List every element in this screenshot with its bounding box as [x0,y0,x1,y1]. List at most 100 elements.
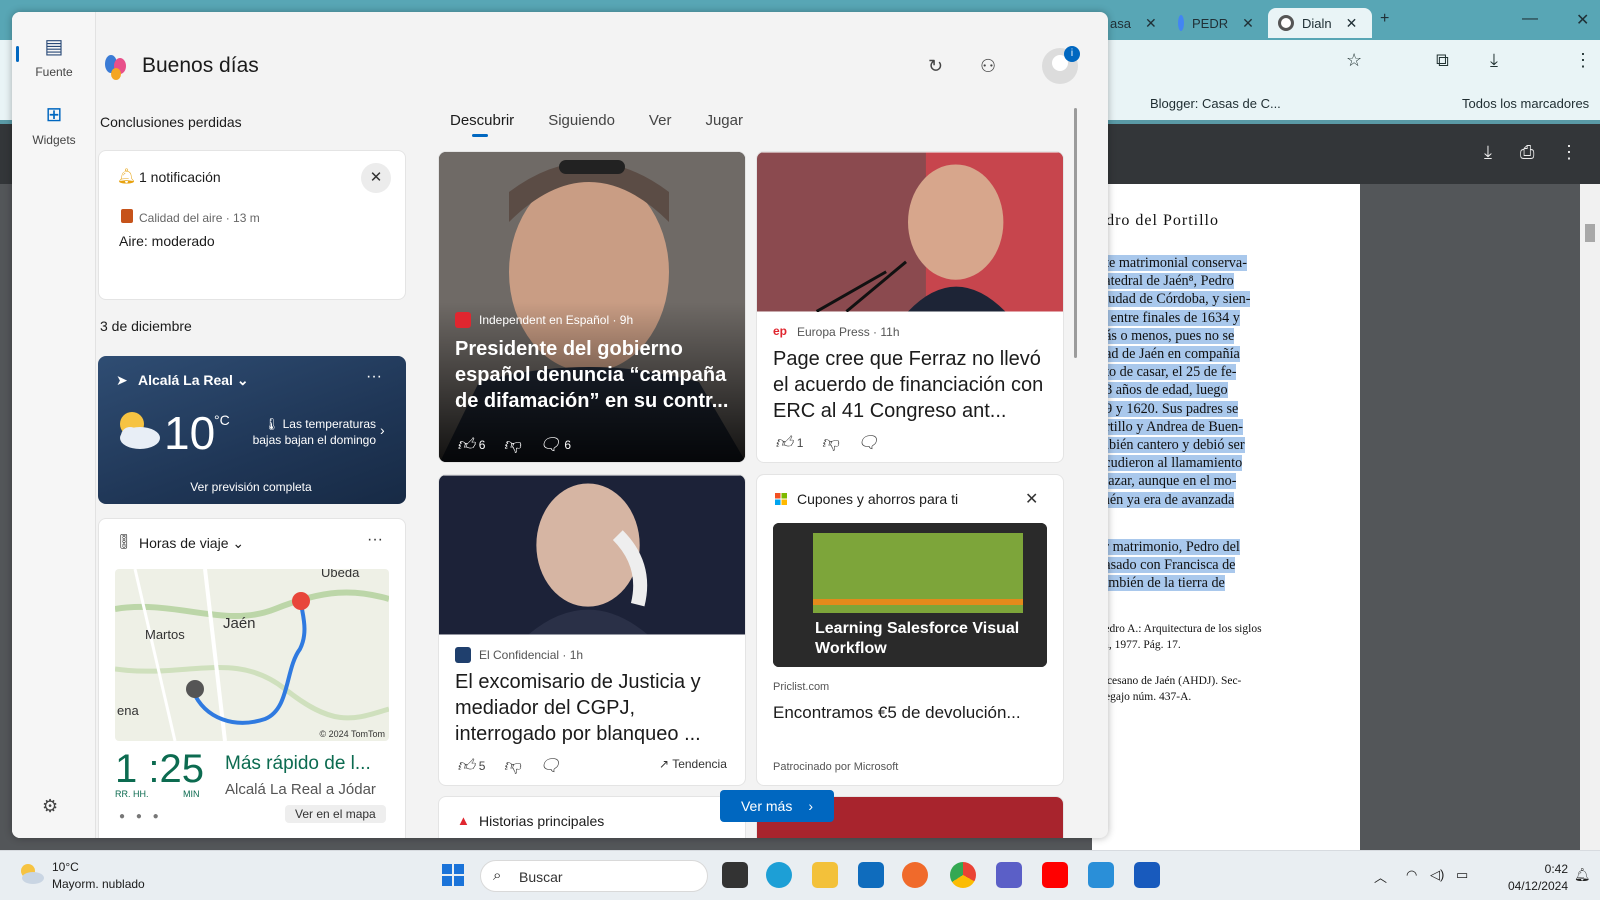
news-title[interactable]: Presidente del gobierno español denuncia… [455,336,731,414]
taskbar-weather-desc[interactable]: Mayorm. nublado [52,877,145,891]
traffic-map[interactable]: Martos Jaén ena Úbeda © 2024 TomTom [115,569,389,741]
travel-time: 1 :25 [115,747,204,791]
extension-icon[interactable]: ⧉ [1436,50,1449,71]
chevron-right-icon: › [808,798,814,814]
pdf-text-line: mbién cantero y debió ser [1098,437,1245,453]
menu-icon[interactable]: ⋮ [1574,50,1592,71]
map-label: Martos [145,627,185,642]
close-icon[interactable]: ✕ [1346,15,1358,32]
chevron-right-icon[interactable]: › [380,422,385,438]
map-label: Úbeda [321,569,360,580]
partly-cloudy-icon[interactable] [18,863,44,885]
weather-card[interactable]: ➤ Alcalá La Real ⌄ ··· 10 °C 🌡︎ Las temp… [98,356,406,504]
taskbar-weather-temp[interactable]: 10°C [52,860,79,874]
comment-button[interactable]: 🗨︎ [539,756,561,776]
dislike-button[interactable]: 👎︎ [503,434,520,455]
photos-icon[interactable] [1088,862,1114,888]
download-icon[interactable]: ⤓ [1490,50,1498,71]
missed-section-title: Conclusiones perdidas [100,114,242,130]
close-icon[interactable]: ✕ [1025,489,1038,509]
wifi-icon[interactable]: ◠ [1406,867,1417,883]
pager-dots[interactable]: ● ● ● [119,811,163,822]
weather-alert[interactable]: 🌡︎ Las temperaturas bajas bajan el domin… [244,416,376,448]
youtube-icon[interactable] [1042,862,1068,888]
map-link[interactable]: Ver en el mapa [285,805,386,823]
ad-headline[interactable]: Encontramos €5 de devolución... [773,703,1049,723]
news-card[interactable]: El Confidencial · 1h El excomisario de J… [438,474,746,786]
tab-discover[interactable]: Descubrir [450,112,514,137]
more-icon[interactable]: ⋮ [1560,142,1578,163]
word-icon[interactable] [1134,862,1160,888]
tab-following[interactable]: Siguiendo [548,112,615,137]
dislike-button[interactable]: 👎︎ [503,755,520,776]
pdf-text-line: casado con Francisca de [1098,557,1236,574]
close-icon[interactable]: ✕ [361,163,391,193]
thumbs-up-icon: 👍︎ [457,435,475,454]
top-stories-card[interactable]: ▲ Historias principales [438,796,746,838]
tab-watch[interactable]: Ver [649,112,672,137]
notification-card[interactable]: 🔔︎ 1 notificación ✕ Calidad del aire · 1… [98,150,406,300]
traffic-title[interactable]: Horas de viaje ⌄ [139,535,244,552]
news-image [757,152,1063,312]
firefox-icon[interactable] [902,862,928,888]
see-more-button[interactable]: Ver más › [720,790,834,822]
news-source: Independent en Español · 9h [479,313,634,327]
edge-icon[interactable] [766,862,792,888]
close-icon[interactable]: ✕ [1242,15,1254,32]
news-title[interactable]: Page cree que Ferraz no llevó el acuerdo… [773,346,1053,424]
comment-button[interactable]: 🗨︎ [857,433,879,453]
news-card[interactable]: Independent en Español · 9h Presidente d… [438,151,746,463]
rail-item-widgets[interactable]: ⊞ Widgets [12,102,96,147]
bookmark-item[interactable]: Blogger: Casas de C... [1150,96,1281,111]
feed-scrollbar[interactable] [1074,108,1077,358]
weather-location[interactable]: Alcalá La Real ⌄ [138,372,249,389]
pdf-scrollbar[interactable] [1580,184,1600,850]
chrome-tab-2[interactable]: PEDR ✕ [1168,8,1258,38]
tab-play[interactable]: Jugar [705,112,743,137]
more-icon[interactable]: ··· [367,531,383,549]
refresh-icon[interactable]: ↻ [928,56,943,77]
chrome-tab-3[interactable]: Dialn ✕ [1268,8,1372,38]
print-icon[interactable]: ⎙ [1520,142,1534,163]
minimize-icon[interactable]: — [1522,10,1538,28]
new-tab-button[interactable]: + [1380,10,1389,28]
chevron-up-icon[interactable]: ︿ [1374,867,1387,886]
ad-card[interactable]: Cupones y ahorros para ti ✕ Learning Sal… [756,474,1064,786]
taskbar-clock[interactable]: 0:42 04/12/2024 [1504,861,1568,895]
dislike-button[interactable]: 👎︎ [821,432,838,453]
pdf-text-line: da, 1977. Pág. 17. [1098,639,1181,651]
weather-unit: °C [214,412,230,428]
forecast-link[interactable]: Ver previsión completa [98,480,404,494]
battery-icon[interactable]: ▭ [1456,867,1468,883]
comment-icon: 🗨︎ [538,434,561,454]
gear-icon[interactable]: ⚙ [42,796,58,817]
comment-button[interactable]: 🗨︎ 6 [539,435,571,455]
people-icon[interactable]: ⚇ [980,56,996,77]
outlook-icon[interactable] [858,862,884,888]
more-icon[interactable]: ··· [366,368,382,386]
like-button[interactable]: 👍︎ 5 [457,755,485,776]
news-actions: 👍︎ 1 👎︎ 🗨︎ [775,432,878,453]
start-icon[interactable] [440,862,466,888]
like-button[interactable]: 👍︎ 6 [457,434,485,455]
news-card[interactable]: ep Europa Press · 11h Page cree que Ferr… [756,151,1064,463]
chrome-icon[interactable] [950,862,976,888]
volume-icon[interactable]: ◁) [1430,867,1444,883]
rail-item-feed[interactable]: ▤ Fuente [12,34,96,79]
traffic-card[interactable]: 🚦︎ Horas de viaje ⌄ ··· Martos Jaén ena … [98,518,406,838]
taskbar-search[interactable]: ⌕ Buscar [480,860,708,892]
download-icon[interactable]: ⤓ [1484,142,1492,163]
task-view-icon[interactable] [722,862,748,888]
ad-image[interactable]: Learning Salesforce Visual Workflow [773,523,1047,667]
star-icon[interactable]: ☆ [1346,50,1362,71]
notification-bell-icon[interactable]: 🔔︎ [1574,867,1591,883]
close-icon[interactable]: ✕ [1145,15,1157,32]
like-button[interactable]: 👍︎ 1 [775,432,803,453]
all-bookmarks[interactable]: Todos los marcadores [1462,96,1589,111]
hours-unit: RR. HH. [115,789,149,799]
news-title[interactable]: El excomisario de Justicia y mediador de… [455,669,735,747]
avatar-badge: i [1064,46,1080,62]
file-explorer-icon[interactable] [812,862,838,888]
close-window-icon[interactable]: ✕ [1576,10,1589,30]
teams-icon[interactable] [996,862,1022,888]
